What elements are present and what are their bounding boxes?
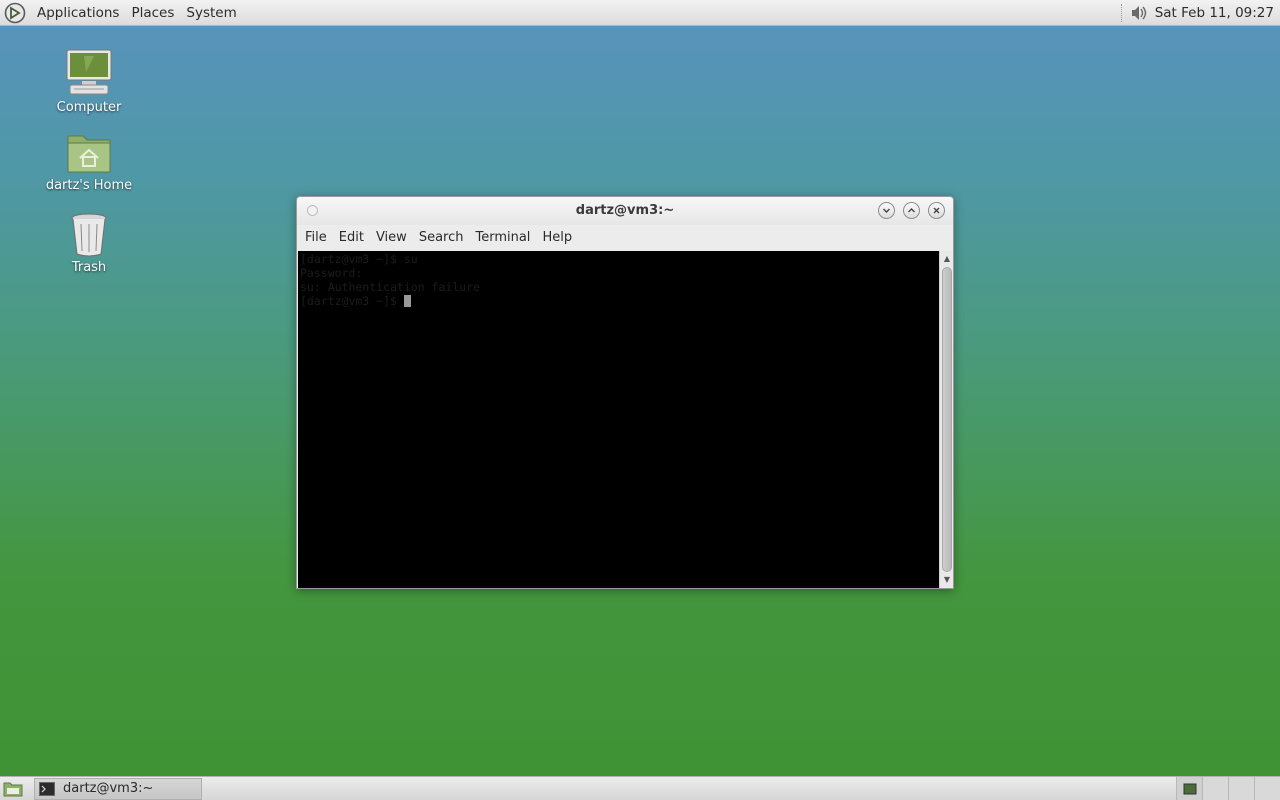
scroll-up-arrow-icon[interactable]: ▲ [940, 253, 954, 265]
workspace-3[interactable] [1228, 776, 1254, 800]
terminal-window: dartz@vm3:~ File Edit View Search Termin… [296, 196, 954, 589]
volume-icon[interactable] [1129, 4, 1149, 22]
places-menu[interactable]: Places [125, 5, 180, 21]
terminal-prompt-line: [dartz@vm3 ~]$ [300, 294, 937, 308]
top-panel: Applications Places System Sat Feb 11, 0… [0, 0, 1280, 26]
top-panel-tray: Sat Feb 11, 09:27 [1120, 3, 1280, 22]
panel-separator [1120, 3, 1123, 22]
terminal-scrollbar[interactable]: ▲ ▼ [939, 251, 953, 588]
menu-help[interactable]: Help [536, 230, 578, 245]
window-title: dartz@vm3:~ [575, 203, 675, 218]
desktop-icon-label: Trash [71, 260, 107, 275]
workspace-2[interactable] [1202, 776, 1228, 800]
desktop-icon-computer[interactable]: Computer [34, 48, 144, 115]
trash-icon [71, 213, 107, 257]
terminal-cursor [403, 295, 411, 307]
system-menu[interactable]: System [180, 5, 242, 21]
terminal-menubar: File Edit View Search Terminal Help [297, 225, 953, 250]
desktop-icon-label: dartz's Home [45, 178, 133, 193]
bottom-panel: dartz@vm3:~ [0, 776, 1280, 800]
chevron-up-icon [908, 208, 915, 213]
close-button[interactable] [928, 202, 945, 219]
taskbar-item-terminal[interactable]: dartz@vm3:~ [34, 777, 202, 800]
clock[interactable]: Sat Feb 11, 09:27 [1155, 5, 1274, 21]
menu-file[interactable]: File [299, 230, 333, 245]
desktop-icon-home[interactable]: dartz's Home [34, 130, 144, 193]
terminal-output[interactable]: [dartz@vm3 ~]$ su Password: su: Authenti… [298, 251, 939, 588]
terminal-line: [dartz@vm3 ~]$ su [300, 252, 418, 266]
applications-menu[interactable]: Applications [31, 5, 125, 21]
terminal-line: Password: [300, 266, 363, 280]
window-titlebar[interactable]: dartz@vm3:~ [297, 197, 953, 225]
maximize-button[interactable] [903, 202, 920, 219]
workspace-1[interactable] [1176, 776, 1202, 800]
minimize-button[interactable] [878, 202, 895, 219]
show-desktop-icon[interactable] [2, 780, 24, 798]
terminal-icon [39, 781, 55, 796]
desktop-icon-label: Computer [56, 100, 122, 115]
scrollbar-thumb[interactable] [942, 267, 952, 572]
desktop-icon-trash[interactable]: Trash [34, 210, 144, 275]
mate-logo-icon[interactable] [4, 2, 26, 24]
chevron-down-icon [883, 208, 890, 213]
scroll-down-arrow-icon[interactable]: ▼ [940, 574, 954, 586]
home-folder-icon [67, 135, 111, 173]
close-icon [933, 207, 940, 214]
workspace-window-icon [1183, 783, 1196, 794]
workspace-4[interactable] [1254, 776, 1280, 800]
computer-icon [66, 49, 112, 95]
taskbar-item-label: dartz@vm3:~ [63, 781, 154, 796]
terminal-prompt: [dartz@vm3 ~]$ [300, 294, 404, 308]
terminal-line: su: Authentication failure [300, 280, 481, 294]
menu-terminal[interactable]: Terminal [469, 230, 536, 245]
menu-edit[interactable]: Edit [333, 230, 370, 245]
menu-search[interactable]: Search [413, 230, 470, 245]
workspace-switcher [1176, 776, 1280, 800]
menu-view[interactable]: View [370, 230, 413, 245]
